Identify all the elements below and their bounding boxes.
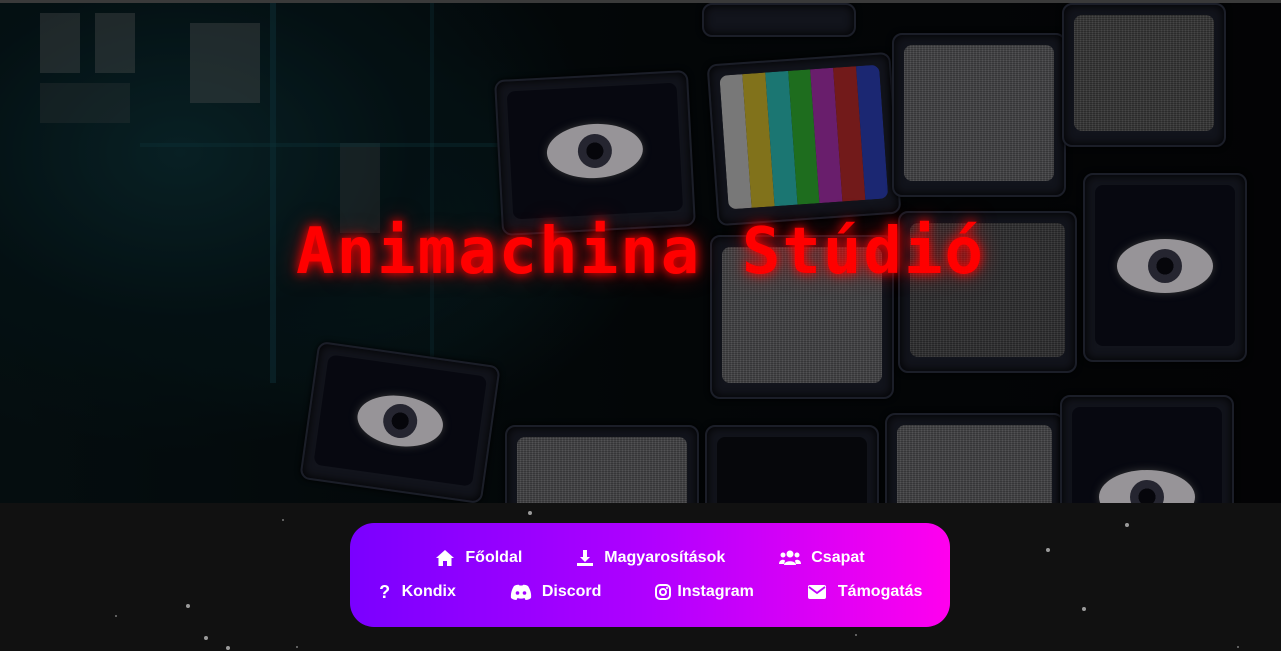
star — [226, 646, 230, 650]
nav-label: Főoldal — [465, 549, 523, 566]
star — [204, 636, 208, 640]
star — [1237, 646, 1239, 648]
discord-icon — [510, 584, 531, 600]
nav-label: Discord — [541, 583, 602, 600]
nav-item-kondix[interactable]: ? Kondix — [378, 581, 456, 603]
nav-label: Támogatás — [837, 583, 923, 600]
nav-label: Csapat — [811, 549, 865, 566]
home-icon — [436, 550, 455, 566]
nav-label: Kondix — [401, 583, 456, 600]
nav-row-1: Főoldal Magyarosítások Csapat — [350, 547, 950, 569]
nav-item-instagram[interactable]: Instagram — [655, 581, 754, 603]
nav-item-magyarositasok[interactable]: Magyarosítások — [576, 547, 725, 569]
nav-item-discord[interactable]: Discord — [510, 581, 602, 603]
nav-label: Instagram — [677, 583, 754, 600]
star — [855, 634, 857, 636]
star — [296, 646, 298, 648]
star — [1046, 548, 1050, 552]
star — [1125, 523, 1129, 527]
nav-item-fooldal[interactable]: Főoldal — [435, 547, 522, 569]
star — [115, 615, 117, 617]
hero-banner: Animachina Stúdió — [0, 3, 1281, 503]
nav-item-tamogatas[interactable]: Támogatás — [807, 581, 923, 603]
main-navigation: Főoldal Magyarosítások Csapat ? Kondix D… — [350, 523, 950, 627]
question-icon: ? — [379, 581, 391, 602]
envelope-icon — [807, 585, 826, 599]
star — [186, 604, 190, 608]
download-icon — [577, 550, 594, 566]
star — [528, 511, 532, 515]
star — [1082, 607, 1086, 611]
nav-item-csapat[interactable]: Csapat — [779, 547, 865, 569]
nav-label: Magyarosítások — [604, 549, 726, 566]
nav-row-2: ? Kondix Discord Instagram Támogatás — [350, 581, 950, 603]
users-icon — [779, 550, 802, 565]
site-title: Animachina Stúdió — [295, 215, 986, 289]
instagram-icon — [655, 584, 672, 600]
star — [282, 519, 284, 521]
